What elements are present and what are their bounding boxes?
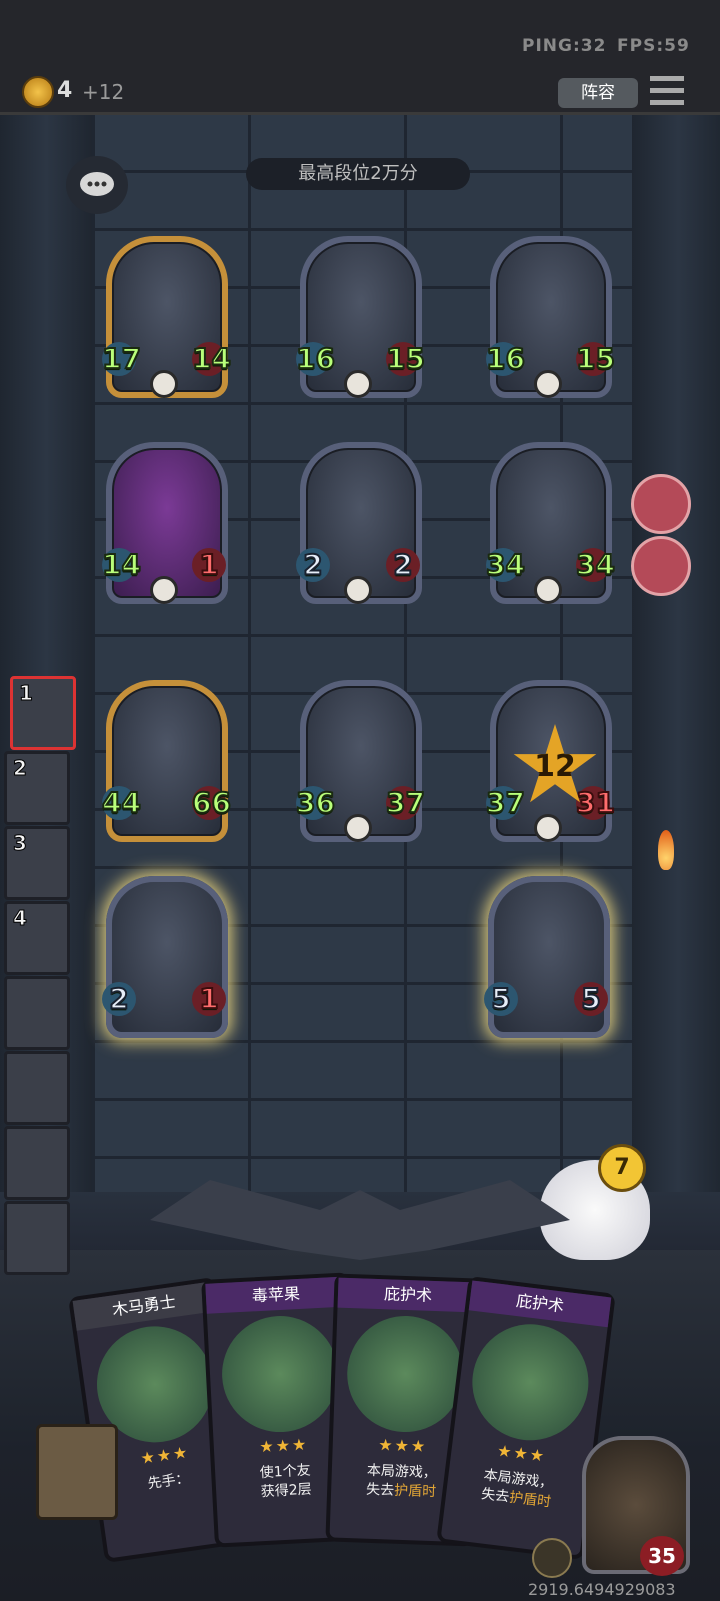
- opponent-slot[interactable]: [4, 976, 70, 1050]
- level-badge-value: 12: [534, 749, 576, 784]
- unit-attack: 17: [101, 341, 142, 376]
- hand-card-desc-keyword: 护盾时: [508, 1489, 552, 1511]
- unit-attack: 16: [295, 341, 336, 376]
- hand-card-name: 毒苹果: [205, 1276, 347, 1314]
- unit-health: 1: [192, 547, 226, 582]
- skull-icon: [344, 370, 372, 398]
- unit-attack: 44: [101, 785, 142, 820]
- unit-attack: 34: [485, 547, 526, 582]
- hand-card-desc-text: 失去: [365, 1481, 395, 1499]
- ping-readout: PING:32: [522, 36, 607, 56]
- unit-health: 66: [191, 785, 232, 820]
- unit-health: 14: [191, 341, 232, 376]
- shield-icon[interactable]: [532, 1538, 572, 1578]
- buff-icon[interactable]: [631, 536, 691, 596]
- hand-card-art: [465, 1317, 596, 1447]
- fps-readout: FPS:59: [617, 36, 690, 56]
- opponent-rank: 1: [19, 681, 34, 706]
- unit-health: 34: [575, 547, 616, 582]
- unit-attack: 14: [101, 547, 142, 582]
- unit-health: 15: [385, 341, 426, 376]
- player-hp: 35: [640, 1536, 684, 1576]
- skull-icon: [534, 814, 562, 842]
- skull-icon: [344, 814, 372, 842]
- opponent-slot[interactable]: [4, 1126, 70, 1200]
- unit-attack: 37: [485, 785, 526, 820]
- gold-income: +12: [82, 80, 125, 104]
- opponent-slot[interactable]: [4, 1201, 70, 1275]
- lineup-label: 阵容: [581, 83, 615, 103]
- unit-attack: 16: [485, 341, 526, 376]
- skull-icon: [344, 576, 372, 604]
- hand-card-art: [345, 1314, 466, 1435]
- unit-health: 15: [575, 341, 616, 376]
- opponent-slot[interactable]: 4: [4, 901, 70, 975]
- rank-banner: 最高段位2万分: [246, 158, 470, 190]
- opponent-rank: 2: [13, 756, 28, 781]
- unit-attack: 2: [296, 547, 330, 582]
- unit-health: 37: [385, 785, 426, 820]
- buff-icon[interactable]: [631, 474, 691, 534]
- hand-card-name: 庇护术: [337, 1277, 479, 1313]
- chat-icon: [80, 172, 114, 196]
- menu-icon[interactable]: [650, 76, 684, 106]
- lineup-button[interactable]: 阵容: [558, 78, 638, 108]
- opponent-rank: 4: [13, 906, 28, 931]
- footer-id: 2919.6494929083: [528, 1580, 676, 1599]
- opponent-slot[interactable]: 2: [4, 751, 70, 825]
- gold-coin-icon: [22, 76, 54, 108]
- unit-health: 5: [574, 981, 608, 1016]
- hand-card-art: [219, 1313, 342, 1436]
- wanted-poster-icon[interactable]: [36, 1424, 118, 1520]
- right-pillar: [632, 112, 720, 1192]
- unit-health: 2: [386, 547, 420, 582]
- skull-icon: [534, 576, 562, 604]
- hand-card-desc-text: 获得2层: [260, 1481, 313, 1501]
- unit-attack: 5: [484, 981, 518, 1016]
- unit-health: 1: [192, 981, 226, 1016]
- gold-count: 4: [57, 78, 73, 103]
- hand-card-desc-text: 失去: [480, 1486, 511, 1506]
- opponent-rank: 3: [13, 831, 28, 856]
- hand-card-desc-keyword: 护盾时: [393, 1482, 437, 1501]
- skull-icon: [150, 370, 178, 398]
- unit-attack: 36: [295, 785, 336, 820]
- opponent-slot[interactable]: 1: [10, 676, 76, 750]
- unit-attack: 2: [102, 981, 136, 1016]
- hand-card-desc: 本局游戏， 失去护盾时: [451, 1463, 583, 1516]
- bat-emblem-icon: [150, 1180, 570, 1260]
- skull-icon: [534, 370, 562, 398]
- chat-button[interactable]: [66, 156, 128, 214]
- skull-icon: [150, 576, 178, 604]
- torch-flame-icon: [658, 830, 674, 870]
- opponent-slot[interactable]: 3: [4, 826, 70, 900]
- opponent-slot[interactable]: [4, 1051, 70, 1125]
- unit-health: 31: [575, 785, 616, 820]
